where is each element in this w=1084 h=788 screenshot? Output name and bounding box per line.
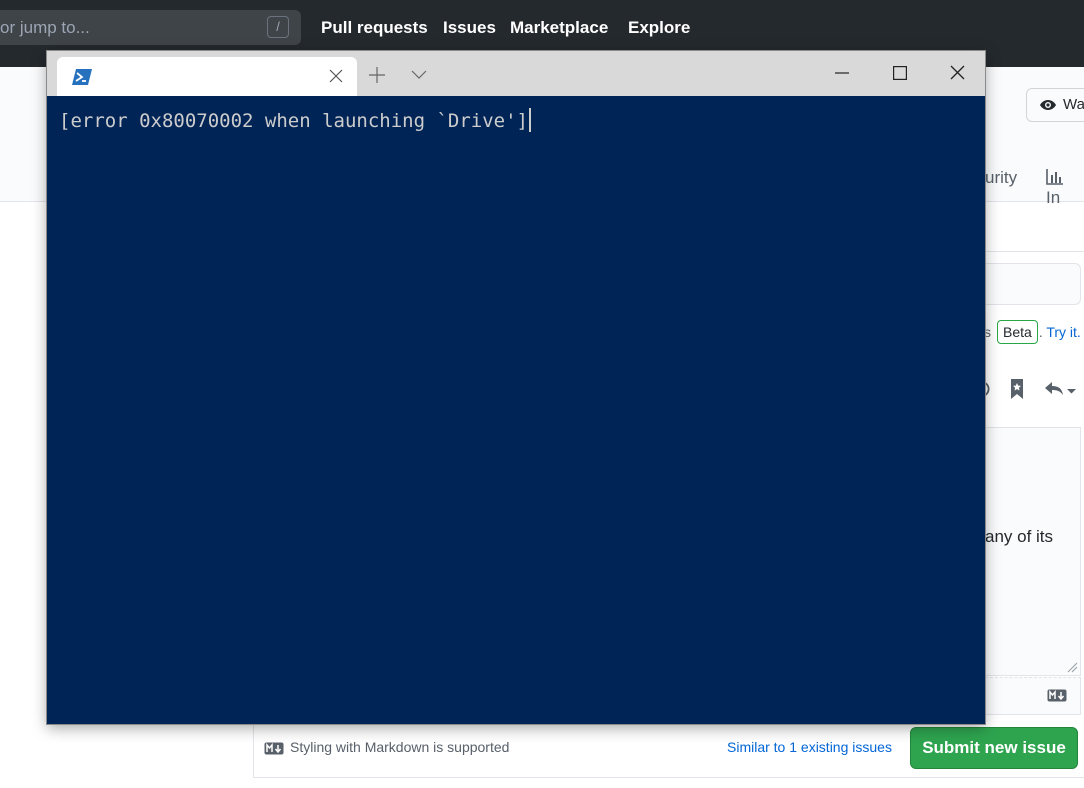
issue-body-textarea[interactable] <box>985 427 1081 676</box>
nav-issues[interactable]: Issues <box>443 0 496 56</box>
search-input[interactable]: or jump to... <box>0 10 301 45</box>
maximize-icon[interactable] <box>893 66 907 80</box>
watch-button[interactable]: Wa <box>1026 88 1084 122</box>
beta-row: s Beta. Try it. <box>984 320 1081 344</box>
powershell-icon <box>72 69 92 85</box>
eye-icon <box>1040 100 1056 110</box>
divider <box>985 251 1084 252</box>
close-window-icon[interactable] <box>950 65 965 80</box>
beta-prefix: s <box>984 324 991 340</box>
search-shortcut-hint: / <box>267 16 289 38</box>
resize-handle-icon[interactable] <box>1066 661 1078 673</box>
issue-title-input[interactable] <box>985 263 1081 305</box>
terminal-tab[interactable] <box>57 57 357 96</box>
nav-explore[interactable]: Explore <box>628 0 690 56</box>
markdown-icon <box>264 742 284 755</box>
reply-icon[interactable] <box>1043 380 1077 398</box>
watch-label: Wa <box>1063 96 1084 113</box>
tab-security[interactable]: urity <box>985 168 1017 188</box>
bookmark-icon[interactable] <box>1010 378 1024 400</box>
markdown-note-text[interactable]: Styling with Markdown is supported <box>290 739 509 755</box>
tab-insights-label: In <box>1046 188 1061 207</box>
tab-insights[interactable]: In <box>1046 168 1084 208</box>
similar-issues-link[interactable]: Similar to 1 existing issues <box>727 739 892 755</box>
nav-pull-requests[interactable]: Pull requests <box>321 0 428 56</box>
try-it-link[interactable]: Try it. <box>1046 324 1080 340</box>
new-tab-icon[interactable] <box>369 67 385 83</box>
error-text: [error 0x80070002 when launching `Drive'… <box>59 110 528 132</box>
chevron-down-icon[interactable] <box>411 70 427 80</box>
nav-marketplace[interactable]: Marketplace <box>510 0 608 56</box>
markdown-icon <box>1047 689 1067 702</box>
beta-badge: Beta <box>997 320 1038 344</box>
terminal-output-line: [error 0x80070002 when launching `Drive'… <box>59 108 531 132</box>
markdown-note: Styling with Markdown is supported <box>264 739 509 755</box>
graph-icon <box>1046 169 1063 185</box>
submit-new-issue-button[interactable]: Submit new issue <box>910 727 1078 769</box>
close-tab-icon[interactable] <box>329 69 343 83</box>
issue-body-text: any of its <box>985 527 1054 546</box>
terminal-output[interactable]: [error 0x80070002 when launching `Drive'… <box>47 96 985 724</box>
minimize-icon[interactable] <box>835 72 849 74</box>
terminal-titlebar[interactable] <box>47 51 985 96</box>
text-cursor <box>529 108 531 132</box>
beta-dot: . <box>1038 324 1043 340</box>
terminal-window: [error 0x80070002 when launching `Drive'… <box>47 51 985 724</box>
